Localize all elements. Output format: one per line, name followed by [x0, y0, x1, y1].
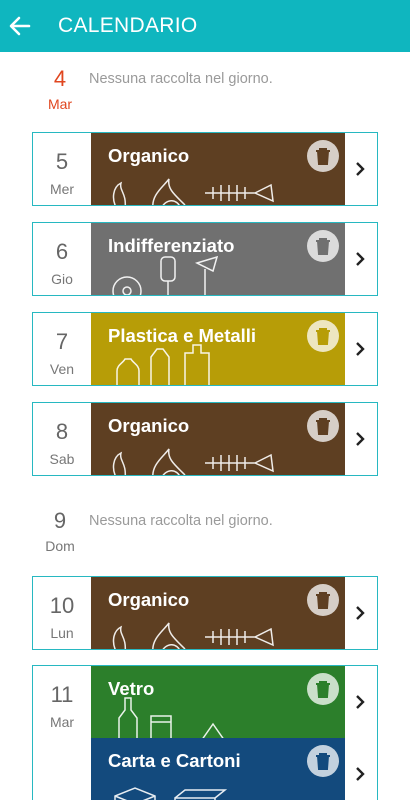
- organic-waste-icon: [112, 622, 274, 649]
- trash-icon: [316, 238, 330, 255]
- chevron-button[interactable]: [343, 133, 377, 205]
- trash-icon: [316, 328, 330, 345]
- collection-carta[interactable]: Carta e Cartoni: [91, 738, 345, 800]
- chevron-right-icon: [356, 162, 365, 176]
- trash-button[interactable]: [307, 320, 339, 352]
- chevron-button[interactable]: [343, 666, 377, 738]
- chevron-button[interactable]: [343, 223, 377, 295]
- mixed-waste-icon: [112, 255, 219, 295]
- day-number: 6: [55, 239, 69, 264]
- collection-vetro[interactable]: Vetro: [91, 666, 345, 738]
- day-number: 11: [50, 682, 74, 707]
- chevron-right-icon: [356, 767, 365, 781]
- day-card: 5 Mer Organico: [32, 132, 378, 206]
- cardboard-boxes-icon: [114, 787, 228, 800]
- chevron-right-icon: [356, 432, 365, 446]
- collection-label: Organico: [108, 415, 190, 436]
- trash-button[interactable]: [307, 410, 339, 442]
- day-number: 5: [55, 149, 69, 174]
- day-weekday: Ven: [49, 361, 75, 377]
- collection-organico[interactable]: Organico: [91, 133, 345, 205]
- collection-label: Vetro: [108, 678, 155, 699]
- collection-indifferenziato[interactable]: Indifferenziato: [91, 223, 345, 295]
- chevron-button[interactable]: [343, 577, 377, 649]
- day-number: 4: [53, 66, 67, 91]
- collection-label: Organico: [108, 589, 190, 610]
- day-number: 9: [53, 508, 67, 533]
- day-card: 7 Ven Plastica e Metalli: [32, 312, 378, 386]
- collection-organico[interactable]: Organico: [91, 403, 345, 475]
- trash-button[interactable]: [307, 745, 339, 777]
- empty-message: Nessuna raccolta nel giorno.: [89, 513, 273, 529]
- day-card: 10 Lun Organico: [32, 576, 378, 650]
- chevron-right-icon: [356, 606, 365, 620]
- collection-organico[interactable]: Organico: [91, 577, 345, 649]
- trash-button[interactable]: [307, 584, 339, 616]
- collection-label: Organico: [108, 145, 190, 166]
- day-row-empty: 4 Mar Nessuna raccolta nel giorno.: [32, 66, 378, 126]
- day-card: 8 Sab Organico: [32, 402, 378, 476]
- day-weekday: Mar: [49, 714, 75, 730]
- arrow-left-icon: [9, 16, 31, 36]
- chevron-right-icon: [356, 252, 365, 266]
- day-weekday: Mar: [47, 96, 73, 112]
- glass-bottles-icon: [118, 697, 224, 738]
- day-weekday: Dom: [45, 538, 75, 554]
- chevron-right-icon: [356, 342, 365, 356]
- chevron-button[interactable]: [343, 738, 377, 800]
- organic-waste-icon: [112, 178, 274, 205]
- collection-label: Indifferenziato: [108, 235, 235, 256]
- chevron-button[interactable]: [343, 313, 377, 385]
- chevron-right-icon: [356, 695, 365, 709]
- organic-waste-icon: [112, 448, 274, 475]
- trash-icon: [316, 592, 330, 609]
- day-weekday: Gio: [51, 271, 73, 287]
- collection-plastica[interactable]: Plastica e Metalli: [91, 313, 345, 385]
- trash-button[interactable]: [307, 230, 339, 262]
- day-card: 6 Gio Indifferenziato: [32, 222, 378, 296]
- trash-icon: [316, 753, 330, 770]
- app-bar: CALENDARIO: [0, 0, 410, 52]
- day-number: 10: [49, 593, 75, 618]
- day-weekday: Mer: [49, 181, 75, 197]
- trash-button[interactable]: [307, 140, 339, 172]
- collection-label: Carta e Cartoni: [108, 750, 241, 771]
- empty-message: Nessuna raccolta nel giorno.: [89, 71, 273, 87]
- trash-icon: [316, 148, 330, 165]
- trash-icon: [316, 418, 330, 435]
- plastic-bottles-icon: [116, 344, 210, 385]
- day-weekday: Lun: [50, 625, 74, 641]
- collection-label: Plastica e Metalli: [108, 325, 257, 346]
- day-number: 7: [55, 329, 69, 354]
- day-weekday: Sab: [49, 451, 75, 467]
- day-number: 8: [55, 419, 69, 444]
- page-title: CALENDARIO: [58, 14, 198, 37]
- back-button[interactable]: [0, 0, 40, 52]
- trash-button[interactable]: [307, 673, 339, 705]
- chevron-button[interactable]: [343, 403, 377, 475]
- trash-icon: [316, 681, 330, 698]
- day-row-empty: 9 Dom Nessuna raccolta nel giorno.: [32, 508, 378, 568]
- day-card: 11 Mar Vetro Carta e Cartoni: [32, 665, 378, 800]
